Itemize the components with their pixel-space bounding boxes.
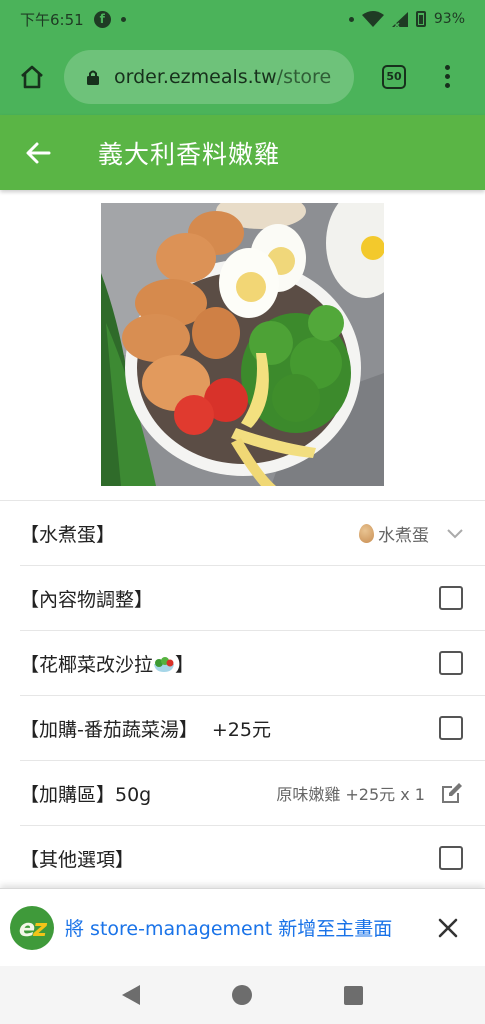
options-list: 【水煮蛋】 水煮蛋 【內容物調整】 【花椰菜改沙拉】 【加購-番茄蔬菜湯】 +2…: [0, 500, 485, 891]
address-bar[interactable]: order.ezmeals.tw/store: [64, 49, 354, 104]
option-other[interactable]: 【其他選項】: [20, 826, 485, 891]
option-checkbox[interactable]: [439, 846, 463, 870]
edit-icon[interactable]: [439, 780, 465, 806]
egg-icon: [359, 523, 374, 543]
nav-back-icon[interactable]: [122, 985, 140, 1005]
menu-dot-icon: [444, 83, 450, 88]
lock-icon: [87, 70, 99, 85]
app-header: 義大利香料嫩雞: [0, 115, 485, 190]
system-nav-bar: [0, 966, 485, 1024]
signal-icon: [391, 11, 408, 27]
option-addon-area[interactable]: 【加購區】50g 原味嫩雞 +25元 x 1: [20, 761, 485, 826]
option-tomato-soup[interactable]: 【加購-番茄蔬菜湯】 +25元: [20, 696, 485, 761]
tab-count: 50: [382, 64, 406, 89]
add-to-homescreen-banner[interactable]: ez 將 store-management 新增至主畫面: [0, 888, 485, 966]
close-icon[interactable]: [437, 917, 459, 939]
notification-dot-icon: [120, 16, 126, 22]
browser-toolbar: order.ezmeals.tw/store 50: [0, 38, 485, 115]
option-checkbox[interactable]: [439, 586, 463, 610]
nav-home-icon[interactable]: [232, 985, 252, 1005]
option-content-adjust[interactable]: 【內容物調整】: [20, 566, 485, 631]
option-label: 【水煮蛋】: [20, 523, 116, 546]
battery-icon: [415, 11, 426, 27]
back-button[interactable]: [0, 115, 76, 190]
nav-recents-icon[interactable]: [344, 985, 363, 1005]
wifi-icon: [361, 11, 384, 27]
home-button[interactable]: [0, 38, 64, 115]
ez-logo: ez: [10, 905, 54, 950]
url-path: /store: [276, 65, 332, 88]
battery-percent: 93%: [433, 11, 465, 27]
option-label: 【其他選項】: [20, 848, 135, 871]
menu-dot-icon: [444, 74, 450, 79]
install-text[interactable]: 將 store-management 新增至主畫面: [65, 914, 392, 941]
home-icon: [21, 65, 43, 88]
page-title: 義大利香料嫩雞: [98, 139, 281, 169]
option-label: 【加購區】50g: [20, 783, 152, 806]
option-label-text: 【花椰菜改沙拉: [20, 653, 154, 676]
option-label: 【加購-番茄蔬菜湯】: [20, 718, 198, 741]
product-image: [101, 203, 384, 486]
option-checkbox[interactable]: [439, 716, 463, 740]
option-broccoli-to-salad[interactable]: 【花椰菜改沙拉】: [20, 631, 485, 696]
status-time: 下午6:51: [20, 10, 84, 29]
option-price: +25元: [211, 718, 271, 741]
option-select[interactable]: 水煮蛋: [359, 521, 485, 546]
overflow-menu-button[interactable]: [422, 38, 472, 115]
option-boiled-egg[interactable]: 【水煮蛋】 水煮蛋: [20, 501, 485, 566]
option-selected-value: 水煮蛋: [378, 525, 429, 546]
salad-icon: [154, 656, 175, 672]
back-arrow-icon: [26, 142, 51, 163]
option-label: 【內容物調整】: [20, 588, 154, 611]
menu-dot-icon: [444, 65, 450, 70]
chevron-down-icon: [447, 529, 463, 539]
url-host: order.ezmeals.tw: [114, 65, 277, 88]
tab-switcher-button[interactable]: 50: [366, 38, 422, 115]
facebook-icon: f: [93, 10, 111, 28]
option-summary: 原味嫩雞 +25元 x 1: [276, 785, 425, 804]
status-bar: 下午6:51 f 93%: [0, 0, 485, 38]
notification-dot-icon: [348, 16, 354, 22]
option-label: 【花椰菜改沙拉】: [20, 650, 194, 677]
option-label-end: 】: [175, 653, 195, 676]
option-checkbox[interactable]: [439, 651, 463, 675]
